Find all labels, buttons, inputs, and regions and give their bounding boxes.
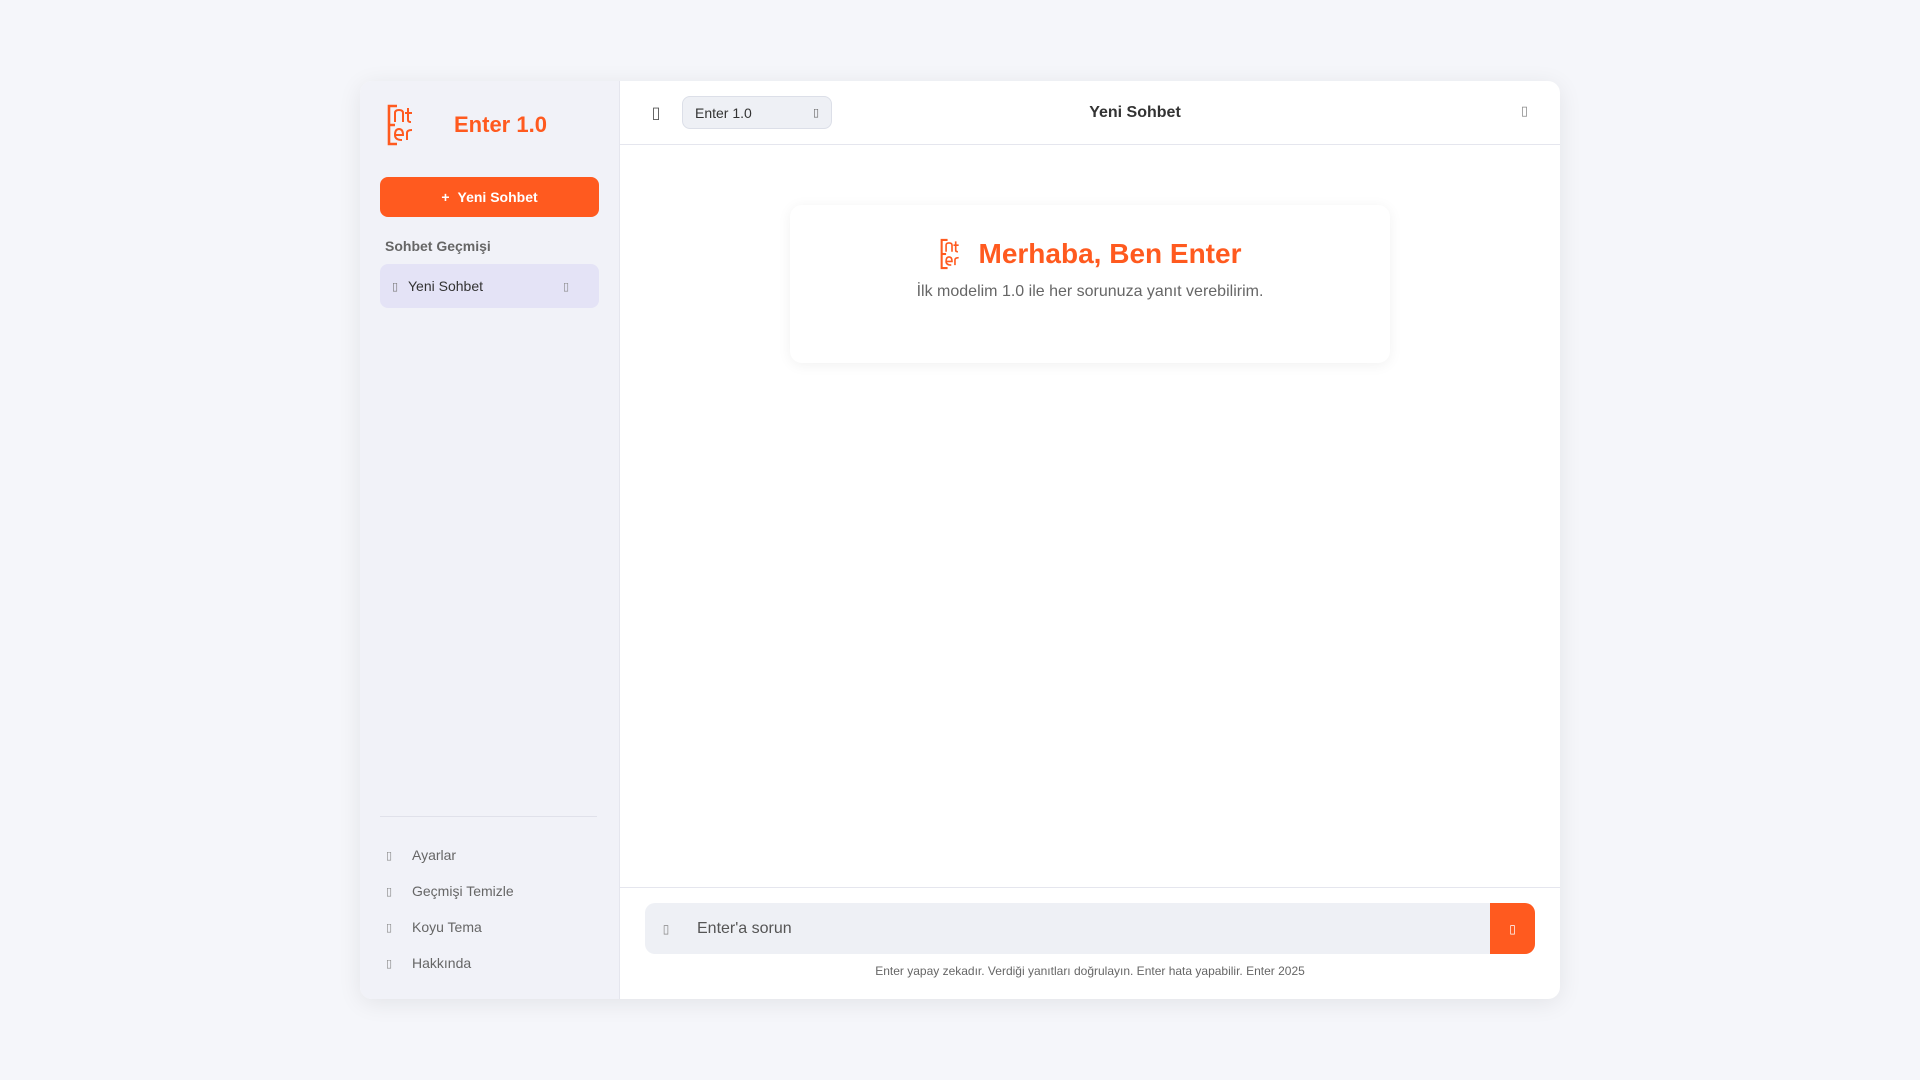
enter-logo-icon (940, 238, 959, 270)
menu-item-about[interactable]: ▯ Hakkında (380, 945, 597, 981)
enter-logo-icon (387, 104, 413, 146)
history-item-label: Yeni Sohbet (408, 278, 483, 294)
menu-item-clear-history[interactable]: ▯ Geçmişi Temizle (380, 873, 597, 909)
chat-input[interactable] (687, 903, 1490, 954)
menu-icon[interactable]: ▯ (648, 103, 664, 123)
sidebar-footer: ▯ Ayarlar ▯ Geçmişi Temizle ▯ Koyu Tema … (380, 816, 597, 981)
chat-bubble-icon: ▯ (392, 280, 399, 293)
trash-icon[interactable]: ▯ (563, 280, 569, 293)
welcome-title: Merhaba, Ben Enter (978, 238, 1242, 269)
send-icon: ▯ (1509, 921, 1516, 936)
chat-area: Merhaba, Ben Enter İlk modelim 1.0 ile h… (620, 145, 1560, 887)
share-icon[interactable]: ▯ (1521, 103, 1528, 119)
new-chat-button[interactable]: + Yeni Sohbet (380, 177, 599, 217)
plus-icon: + (441, 189, 450, 205)
new-chat-label: Yeni Sohbet (457, 189, 538, 205)
menu-item-label: Koyu Tema (412, 919, 482, 935)
brand: Enter 1.0 (380, 101, 599, 149)
trash-icon: ▯ (386, 885, 393, 898)
disclaimer: Enter yapay zekadır. Verdiği yanıtları d… (875, 964, 1305, 978)
app-window: Enter 1.0 + Yeni Sohbet Sohbet Geçmişi ▯… (360, 81, 1560, 999)
welcome-card: Merhaba, Ben Enter İlk modelim 1.0 ile h… (790, 205, 1390, 363)
brand-title: Enter 1.0 (454, 112, 547, 137)
model-select[interactable]: Enter 1.0 ▯ (682, 96, 832, 129)
send-button[interactable]: ▯ (1490, 903, 1535, 954)
menu-item-label: Geçmişi Temizle (412, 883, 514, 899)
menu-item-settings[interactable]: ▯ Ayarlar (380, 837, 597, 873)
welcome-subtitle: İlk modelim 1.0 ile her sorunuza yanıt v… (916, 283, 1264, 300)
history-title: Sohbet Geçmişi (385, 238, 491, 254)
menu-item-label: Ayarlar (412, 847, 457, 863)
history-item[interactable]: ▯ Yeni Sohbet ▯ (380, 264, 599, 308)
topbar: ▯ Enter 1.0 ▯ Yeni Sohbet ▯ (620, 81, 1560, 145)
info-icon: ▯ (386, 957, 393, 970)
chevron-down-icon: ▯ (812, 107, 819, 119)
moon-icon: ▯ (386, 921, 393, 934)
menu-item-dark-theme[interactable]: ▯ Koyu Tema (380, 909, 597, 945)
main-panel: ▯ Enter 1.0 ▯ Yeni Sohbet ▯ Merhaba, Ben… (620, 81, 1560, 999)
model-select-value: Enter 1.0 (695, 104, 752, 121)
menu-item-label: Hakkında (412, 955, 472, 971)
gear-icon: ▯ (386, 849, 393, 862)
chat-input-box: ▯ ▯ (645, 903, 1535, 954)
welcome-head: Merhaba, Ben Enter (790, 237, 1390, 271)
input-area: ▯ ▯ Enter yapay zekadır. Verdiği yanıtla… (620, 887, 1560, 999)
sidebar: Enter 1.0 + Yeni Sohbet Sohbet Geçmişi ▯… (360, 81, 620, 999)
paperclip-icon[interactable]: ▯ (645, 922, 687, 936)
